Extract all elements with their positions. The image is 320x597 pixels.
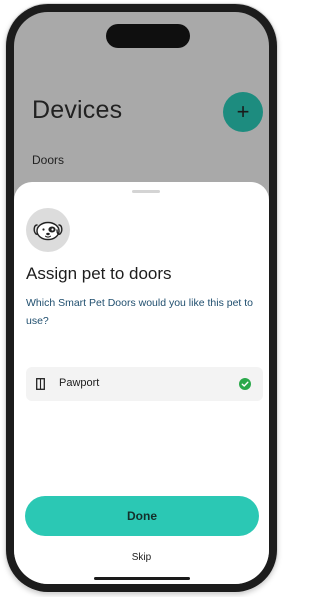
sheet-title: Assign pet to doors	[26, 264, 172, 283]
add-device-button[interactable]: +	[223, 92, 263, 132]
phone-frame: Devices + Doors Assign pet to doors Whic	[6, 4, 277, 592]
done-button[interactable]: Done	[25, 496, 259, 536]
pet-avatar	[26, 208, 70, 252]
sheet-subtitle: Which Smart Pet Doors would you like thi…	[26, 297, 254, 327]
door-icon	[36, 378, 45, 390]
sheet-grabber[interactable]	[132, 190, 160, 193]
home-indicator	[94, 577, 190, 580]
section-label-doors: Doors	[32, 153, 65, 167]
dog-face-icon	[33, 221, 63, 241]
door-option-pawport[interactable]: Pawport	[26, 367, 263, 401]
check-circle-icon	[239, 378, 251, 390]
skip-link[interactable]: Skip	[14, 552, 269, 563]
phone-screen: Devices + Doors Assign pet to doors Whic	[14, 12, 269, 584]
assign-pet-sheet: Assign pet to doors Which Smart Pet Door…	[14, 182, 269, 584]
page-title: Devices	[32, 96, 123, 124]
door-option-label: Pawport	[59, 377, 100, 389]
dynamic-island	[106, 24, 190, 48]
